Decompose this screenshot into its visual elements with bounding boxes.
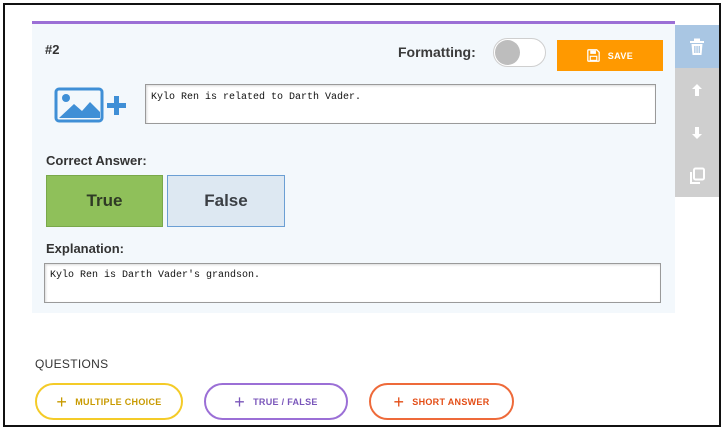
formatting-toggle[interactable] xyxy=(493,38,546,67)
copy-icon xyxy=(690,167,705,184)
plus-icon: + xyxy=(234,391,246,412)
arrow-up-icon xyxy=(692,83,702,96)
plus-icon: + xyxy=(56,391,68,412)
question-number: #2 xyxy=(45,42,60,57)
add-image-icon[interactable] xyxy=(54,87,132,123)
duplicate-question-button[interactable] xyxy=(675,154,719,197)
correct-answer-label: Correct Answer: xyxy=(46,153,147,168)
add-multiple-choice-button[interactable]: + MULTIPLE CHOICE xyxy=(35,383,183,420)
editor-frame: #2 Formatting: SAVE Kylo Ren is related … xyxy=(3,3,721,427)
explanation-label: Explanation: xyxy=(46,241,125,256)
question-text-input[interactable]: Kylo Ren is related to Darth Vader. xyxy=(145,84,656,124)
false-answer-button[interactable]: False xyxy=(167,175,285,227)
short-answer-label: SHORT ANSWER xyxy=(412,396,490,407)
questions-section-title: QUESTIONS xyxy=(35,357,109,371)
delete-question-button[interactable] xyxy=(675,25,719,68)
true-answer-button[interactable]: True xyxy=(46,175,163,227)
toggle-knob xyxy=(495,40,520,65)
plus-icon: + xyxy=(393,391,405,412)
true-false-label: TRUE / FALSE xyxy=(253,396,318,407)
save-button[interactable]: SAVE xyxy=(557,40,663,71)
arrow-down-icon xyxy=(692,126,702,139)
floppy-disk-icon xyxy=(586,49,600,62)
move-up-button[interactable] xyxy=(675,68,719,111)
formatting-label: Formatting: xyxy=(398,44,476,60)
explanation-input[interactable]: Kylo Ren is Darth Vader's grandson. xyxy=(44,263,661,303)
multiple-choice-label: MULTIPLE CHOICE xyxy=(75,396,162,407)
trash-icon xyxy=(690,38,704,55)
add-short-answer-button[interactable]: + SHORT ANSWER xyxy=(369,383,514,420)
add-true-false-button[interactable]: + TRUE / FALSE xyxy=(204,383,348,420)
move-down-button[interactable] xyxy=(675,111,719,154)
question-card: #2 Formatting: SAVE Kylo Ren is related … xyxy=(32,21,675,313)
save-label: SAVE xyxy=(607,50,634,61)
